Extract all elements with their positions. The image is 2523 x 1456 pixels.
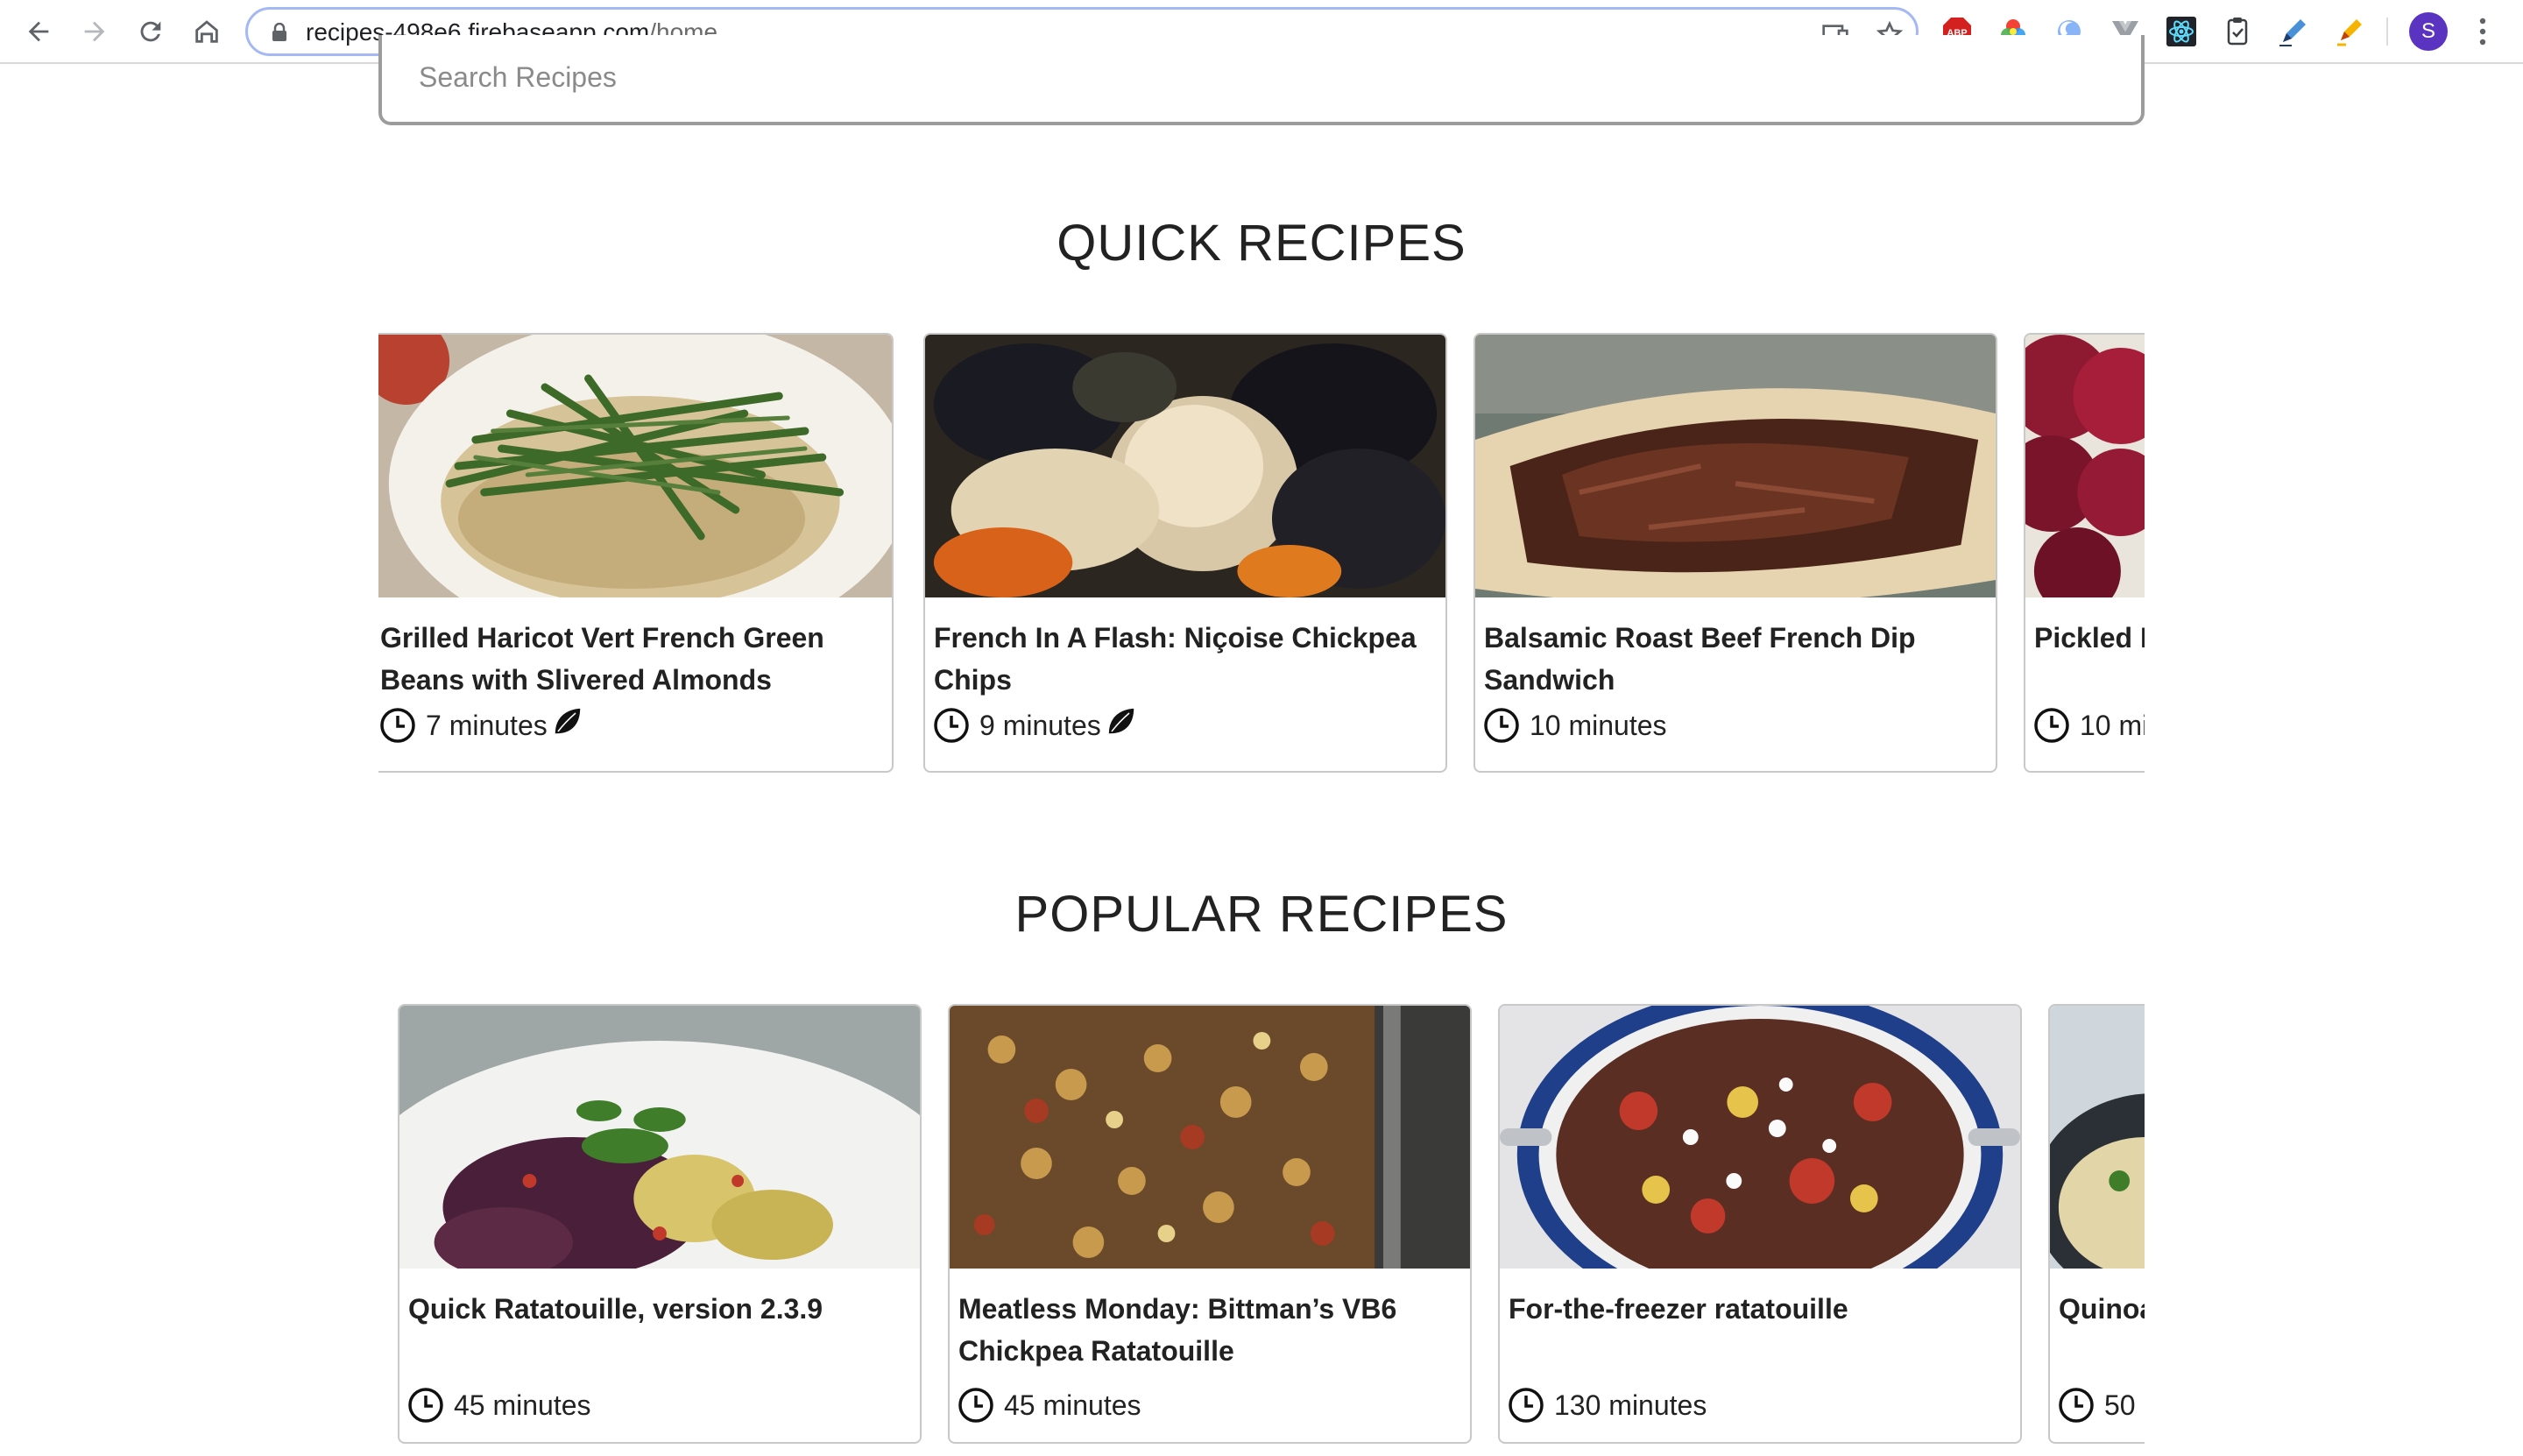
profile-avatar[interactable]: S — [2409, 12, 2448, 51]
highlighter-icon[interactable] — [2334, 16, 2365, 47]
recipe-title[interactable]: Grilled Haricot Vert French Green Beans … — [380, 617, 880, 701]
recipe-card[interactable]: Meatless Monday: Bittman’s VB6 Chickpea … — [948, 1004, 1472, 1444]
recipe-photo — [1500, 1006, 2020, 1269]
quick-recipes-row[interactable]: Grilled Haricot Vert French Green Beans … — [378, 333, 2145, 780]
leaf-icon — [1106, 707, 1135, 735]
leaf-icon — [553, 707, 582, 735]
recipe-title[interactable]: Quinoa — [2059, 1288, 2145, 1330]
recipe-time: 7 minutes — [426, 709, 548, 741]
recipe-photo — [2025, 335, 2145, 597]
recipe-meta: 45 minutes — [957, 1384, 1141, 1426]
clock-icon — [2034, 708, 2069, 743]
clock-icon — [1509, 1388, 1544, 1423]
clock-icon — [934, 708, 969, 743]
recipe-card[interactable]: Quick Ratatouille, version 2.3.9 45 minu… — [398, 1004, 922, 1444]
popular-recipes-heading: POPULAR RECIPES — [1014, 886, 1509, 943]
recipe-photo — [1475, 335, 1996, 597]
recipe-title[interactable]: Balsamic Roast Beef French Dip Sandwich — [1484, 617, 1983, 701]
home-icon — [195, 20, 218, 43]
recipe-photo — [399, 1006, 920, 1269]
popular-recipes-row[interactable]: Quick Ratatouille, version 2.3.9 45 minu… — [378, 1004, 2145, 1451]
recipe-time: 50 — [2104, 1389, 2136, 1421]
clock-icon — [2059, 1388, 2094, 1423]
pen-icon[interactable] — [2278, 16, 2309, 47]
recipe-title[interactable]: Meatless Monday: Bittman’s VB6 Chickpea … — [958, 1288, 1458, 1372]
quick-recipes-heading: QUICK RECIPES — [1057, 215, 1466, 272]
more-vert-icon[interactable] — [2472, 14, 2493, 49]
recipe-title[interactable]: For-the-freezer ratatouille — [1509, 1288, 2008, 1330]
recipe-meta: 7 minutes — [378, 704, 583, 746]
recipe-card[interactable]: French In A Flash: Niçoise Chickpea Chip… — [923, 333, 1447, 773]
recipe-meta: 130 minutes — [1507, 1384, 1707, 1426]
clock-icon — [1484, 708, 1519, 743]
recipe-meta: 10 minutes — [1482, 704, 1667, 746]
recipe-card[interactable]: Grilled Haricot Vert French Green Beans … — [378, 333, 894, 773]
recipe-meta: 10 mi — [2032, 704, 2145, 746]
react-devtools-icon[interactable] — [2166, 16, 2197, 47]
recipe-time: 45 minutes — [454, 1389, 591, 1421]
recipe-time: 10 mi — [2080, 709, 2145, 741]
clock-icon — [958, 1388, 993, 1423]
recipe-card[interactable]: Balsamic Roast Beef French Dip Sandwich … — [1474, 333, 1997, 773]
search-input[interactable] — [417, 60, 2081, 95]
recipe-meta: 45 minutes — [406, 1384, 591, 1426]
toolbar-divider — [2386, 18, 2388, 46]
clipboard-icon[interactable] — [2222, 16, 2253, 47]
clock-icon — [408, 1388, 443, 1423]
recipe-time: 130 minutes — [1554, 1389, 1707, 1421]
lock-icon — [272, 23, 286, 41]
recipe-time: 10 minutes — [1530, 709, 1667, 741]
recipe-card[interactable]: Quinoa 50 — [2048, 1004, 2145, 1444]
recipe-card[interactable]: Pickled E 10 mi — [2024, 333, 2145, 773]
forward-button[interactable] — [75, 12, 114, 51]
recipe-photo — [378, 335, 892, 597]
recipe-photo — [2050, 1006, 2145, 1269]
recipe-meta: 50 — [2057, 1384, 2136, 1426]
recipe-photo — [925, 335, 1445, 597]
recipe-time: 45 minutes — [1004, 1389, 1141, 1421]
recipe-title[interactable]: Quick Ratatouille, version 2.3.9 — [408, 1288, 908, 1330]
recipe-title[interactable]: Pickled E — [2034, 617, 2145, 659]
home-button[interactable] — [187, 12, 226, 51]
arrow-left-icon — [28, 21, 49, 42]
clock-icon — [380, 708, 415, 743]
arrow-right-icon — [84, 21, 105, 42]
back-button[interactable] — [19, 12, 58, 51]
recipe-time: 9 minutes — [979, 709, 1101, 741]
recipe-photo — [950, 1006, 1470, 1269]
recipe-title[interactable]: French In A Flash: Niçoise Chickpea Chip… — [934, 617, 1433, 701]
recipe-search-box — [378, 35, 2145, 125]
recipe-meta: 9 minutes — [932, 704, 1136, 746]
reload-button[interactable] — [131, 12, 170, 51]
reload-icon — [140, 21, 161, 42]
recipe-card[interactable]: For-the-freezer ratatouille 130 minutes — [1498, 1004, 2022, 1444]
